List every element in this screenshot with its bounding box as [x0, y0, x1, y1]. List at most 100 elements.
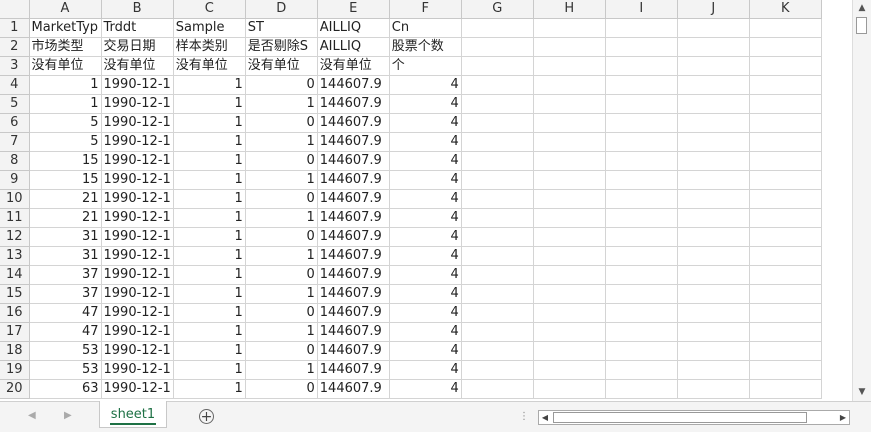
cell[interactable]	[461, 37, 534, 57]
column-header-c[interactable]: C	[173, 0, 246, 19]
vertical-dots-icon[interactable]: ⋮	[519, 411, 529, 422]
cell[interactable]: 31	[29, 246, 102, 266]
cell[interactable]	[677, 189, 750, 209]
cell[interactable]: 31	[29, 227, 102, 247]
cell[interactable]: 1	[173, 227, 246, 247]
cell[interactable]	[533, 341, 606, 361]
cell[interactable]	[749, 246, 822, 266]
cell[interactable]	[533, 360, 606, 380]
cell[interactable]: 0	[245, 341, 318, 361]
cell[interactable]	[461, 132, 534, 152]
cell[interactable]: 1	[173, 189, 246, 209]
cell[interactable]	[533, 303, 606, 323]
cell[interactable]	[677, 113, 750, 133]
cell[interactable]: 144607.9	[317, 132, 390, 152]
row-header[interactable]: 14	[0, 265, 30, 285]
cell[interactable]	[461, 151, 534, 171]
cell[interactable]: 5	[29, 132, 102, 152]
cell[interactable]: 1990-12-1	[101, 170, 174, 190]
cell[interactable]	[677, 284, 750, 304]
cell[interactable]: AILLIQ	[317, 37, 390, 57]
cell[interactable]	[749, 132, 822, 152]
row-header[interactable]: 6	[0, 113, 30, 133]
cell[interactable]: 4	[389, 303, 462, 323]
cell[interactable]	[533, 37, 606, 57]
cell[interactable]: 144607.9	[317, 246, 390, 266]
cell[interactable]: 53	[29, 341, 102, 361]
cell[interactable]	[677, 37, 750, 57]
row-header[interactable]: 7	[0, 132, 30, 152]
column-header-f[interactable]: F	[389, 0, 462, 19]
cell[interactable]	[605, 151, 678, 171]
cell[interactable]: 4	[389, 170, 462, 190]
cell[interactable]: 4	[389, 227, 462, 247]
cell[interactable]: 144607.9	[317, 284, 390, 304]
cell[interactable]: 1	[245, 246, 318, 266]
cell[interactable]	[461, 208, 534, 228]
row-header[interactable]: 5	[0, 94, 30, 114]
cell[interactable]	[461, 246, 534, 266]
cell[interactable]	[461, 56, 534, 76]
cell[interactable]: 15	[29, 170, 102, 190]
cell[interactable]	[461, 341, 534, 361]
cell[interactable]: 144607.9	[317, 94, 390, 114]
cell[interactable]	[749, 75, 822, 95]
cell[interactable]: 0	[245, 113, 318, 133]
cell[interactable]: 15	[29, 151, 102, 171]
cell[interactable]: 没有单位	[29, 56, 102, 76]
cell[interactable]: 1990-12-1	[101, 132, 174, 152]
cell[interactable]	[533, 75, 606, 95]
cell[interactable]	[677, 360, 750, 380]
cell[interactable]: ST	[245, 18, 318, 38]
cell[interactable]: 4	[389, 208, 462, 228]
cell[interactable]	[677, 265, 750, 285]
row-header[interactable]: 20	[0, 379, 30, 399]
cell[interactable]: 37	[29, 284, 102, 304]
cell[interactable]	[533, 18, 606, 38]
cell[interactable]: 144607.9	[317, 379, 390, 399]
cell[interactable]	[461, 18, 534, 38]
cell[interactable]: 1990-12-1	[101, 265, 174, 285]
vertical-scrollbar[interactable]: ▲ ▼	[852, 0, 871, 401]
cell[interactable]	[533, 151, 606, 171]
cell[interactable]: 1990-12-1	[101, 189, 174, 209]
vertical-scroll-thumb[interactable]	[856, 17, 867, 34]
cell[interactable]: 4	[389, 379, 462, 399]
cell[interactable]	[605, 265, 678, 285]
cell[interactable]	[749, 284, 822, 304]
cell[interactable]: 144607.9	[317, 151, 390, 171]
cell[interactable]: 144607.9	[317, 265, 390, 285]
cell[interactable]	[605, 246, 678, 266]
cell[interactable]	[677, 132, 750, 152]
cell[interactable]	[461, 227, 534, 247]
cell[interactable]: 1	[29, 94, 102, 114]
row-header[interactable]: 18	[0, 341, 30, 361]
cell[interactable]	[461, 322, 534, 342]
cell[interactable]	[533, 208, 606, 228]
cell[interactable]	[749, 227, 822, 247]
cell[interactable]	[461, 94, 534, 114]
cell[interactable]: 1	[245, 94, 318, 114]
cell[interactable]: 63	[29, 379, 102, 399]
column-header-b[interactable]: B	[101, 0, 174, 19]
cell[interactable]: 1990-12-1	[101, 322, 174, 342]
cell[interactable]	[749, 18, 822, 38]
cell[interactable]: AILLIQ	[317, 18, 390, 38]
cell[interactable]: 市场类型	[29, 37, 102, 57]
cell[interactable]: 0	[245, 265, 318, 285]
cell[interactable]: 1990-12-1	[101, 94, 174, 114]
row-header[interactable]: 1	[0, 18, 30, 38]
cell[interactable]: 4	[389, 113, 462, 133]
cell[interactable]	[605, 170, 678, 190]
cell[interactable]: 1	[245, 284, 318, 304]
cell[interactable]: 1990-12-1	[101, 151, 174, 171]
cell[interactable]: 4	[389, 94, 462, 114]
horizontal-scroll-thumb[interactable]	[553, 412, 807, 423]
cell[interactable]: 1990-12-1	[101, 284, 174, 304]
cell[interactable]	[605, 94, 678, 114]
cell[interactable]	[605, 208, 678, 228]
cell[interactable]: 1	[173, 360, 246, 380]
cell[interactable]	[677, 322, 750, 342]
cell[interactable]	[605, 284, 678, 304]
cell[interactable]	[605, 227, 678, 247]
